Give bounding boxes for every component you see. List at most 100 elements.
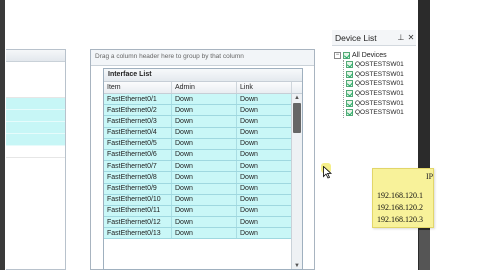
tree-root-label: All Devices bbox=[352, 52, 387, 59]
device-label: QOSTESTSW01 bbox=[355, 90, 404, 98]
cell-admin: Down bbox=[172, 183, 237, 194]
cell-admin: Down bbox=[172, 116, 237, 127]
cell-admin: Down bbox=[172, 228, 237, 239]
cell-link: Down bbox=[237, 183, 292, 194]
interface-grid-panel: Drag a column header here to group by th… bbox=[90, 49, 315, 270]
cell-item: FastEthernet0/13 bbox=[104, 228, 172, 239]
table-row[interactable]: FastEthernet0/3 Down Down bbox=[104, 116, 293, 128]
cell-admin: Down bbox=[172, 172, 237, 183]
cell-item: FastEthernet0/3 bbox=[104, 116, 172, 127]
device-label: QOSTESTSW01 bbox=[355, 80, 404, 88]
background-area bbox=[430, 0, 480, 270]
device-checkbox[interactable] bbox=[346, 80, 353, 88]
interface-list-title: Interface List bbox=[104, 69, 302, 82]
table-row[interactable]: FastEthernet0/12 Down Down bbox=[104, 217, 293, 229]
cell-item: FastEthernet0/5 bbox=[104, 138, 172, 149]
group-by-drop-area[interactable]: Drag a column header here to group by th… bbox=[91, 50, 314, 66]
cell-admin: Down bbox=[172, 138, 237, 149]
device-list-panel: Device List ⊥ ✕ − All Devices QOSTESTSW0… bbox=[332, 30, 416, 270]
device-checkbox[interactable] bbox=[346, 99, 353, 107]
cell-admin: Down bbox=[172, 105, 237, 116]
device-checkbox[interactable] bbox=[346, 90, 353, 98]
note-ip-line: 192.168.120.1 bbox=[377, 191, 423, 200]
scroll-down-arrow-icon[interactable]: ▼ bbox=[292, 262, 302, 269]
column-header-item[interactable]: Item bbox=[104, 82, 172, 93]
cell-admin: Down bbox=[172, 194, 237, 205]
left-grid-row[interactable] bbox=[6, 146, 65, 158]
table-row[interactable]: FastEthernet0/10 Down Down bbox=[104, 194, 293, 206]
device-checkbox[interactable] bbox=[346, 70, 353, 78]
cell-item: FastEthernet0/7 bbox=[104, 161, 172, 172]
table-row[interactable]: FastEthernet0/7 Down Down bbox=[104, 161, 293, 173]
table-row[interactable]: FastEthernet0/4 Down Down bbox=[104, 127, 293, 139]
table-row[interactable]: FastEthernet0/2 Down Down bbox=[104, 105, 293, 117]
grid-column-headers: Item Admin Link bbox=[104, 82, 302, 94]
note-ip-line: 192.168.120.3 bbox=[377, 215, 423, 224]
table-row[interactable]: FastEthernet0/8 Down Down bbox=[104, 172, 293, 184]
cell-item: FastEthernet0/12 bbox=[104, 217, 172, 228]
cell-item: FastEthernet0/6 bbox=[104, 149, 172, 161]
cell-link: Down bbox=[237, 161, 292, 172]
pin-icon[interactable]: ⊥ bbox=[396, 33, 406, 42]
cell-item: FastEthernet0/8 bbox=[104, 172, 172, 183]
column-header-link[interactable]: Link bbox=[237, 82, 292, 93]
left-grid-row[interactable] bbox=[6, 98, 65, 110]
cell-admin: Down bbox=[172, 127, 237, 138]
cell-item: FastEthernet0/10 bbox=[104, 194, 172, 205]
note-ip-lines: 192.168.120.1 192.168.120.2 192.168.120.… bbox=[377, 190, 423, 226]
cell-admin: Down bbox=[172, 217, 237, 228]
scrollbar-thumb[interactable] bbox=[293, 103, 301, 133]
cell-link: Down bbox=[237, 138, 292, 149]
left-grid-row[interactable] bbox=[6, 86, 65, 98]
cell-link: Down bbox=[237, 205, 292, 217]
table-row[interactable]: FastEthernet0/13 Down Down bbox=[104, 228, 293, 240]
device-tree-item[interactable]: QOSTESTSW01 bbox=[346, 89, 404, 99]
device-label: QOSTESTSW01 bbox=[355, 70, 404, 78]
cell-link: Down bbox=[237, 105, 292, 116]
left-grid-header bbox=[6, 50, 65, 62]
device-tree-item[interactable]: QOSTESTSW01 bbox=[346, 98, 404, 108]
device-tree-item[interactable]: QOSTESTSW01 bbox=[346, 60, 404, 70]
device-label: QOSTESTSW01 bbox=[355, 109, 404, 117]
cell-item: FastEthernet0/2 bbox=[104, 105, 172, 116]
left-grid-row[interactable] bbox=[6, 110, 65, 122]
cell-link: Down bbox=[237, 94, 292, 105]
cell-item: FastEthernet0/4 bbox=[104, 127, 172, 138]
device-label: QOSTESTSW01 bbox=[355, 99, 404, 107]
left-grid-row[interactable] bbox=[6, 122, 65, 134]
device-tree-item[interactable]: QOSTESTSW01 bbox=[346, 108, 404, 118]
device-tree-children: QOSTESTSW01 QOSTESTSW01 QOSTESTSW01 QOSTEST… bbox=[343, 60, 404, 118]
interface-list-grid: Interface List Item Admin Link FastEther… bbox=[103, 68, 303, 270]
cell-item: FastEthernet0/9 bbox=[104, 183, 172, 194]
collapse-icon[interactable]: − bbox=[334, 52, 341, 59]
device-list-title: Device List bbox=[335, 32, 377, 43]
table-row[interactable]: FastEthernet0/6 Down Down bbox=[104, 149, 293, 162]
table-row[interactable]: FastEthernet0/11 Down Down bbox=[104, 205, 293, 218]
note-ip-label: IP bbox=[426, 172, 434, 181]
window-frame-right-lower bbox=[419, 230, 430, 270]
table-row[interactable]: FastEthernet0/5 Down Down bbox=[104, 138, 293, 150]
device-tree: − All Devices QOSTESTSW01 QOSTESTSW01 QOST… bbox=[334, 51, 404, 118]
cell-link: Down bbox=[237, 194, 292, 205]
column-header-admin[interactable]: Admin bbox=[172, 82, 237, 93]
device-checkbox[interactable] bbox=[346, 109, 353, 117]
close-icon[interactable]: ✕ bbox=[406, 33, 416, 42]
cell-admin: Down bbox=[172, 161, 237, 172]
tree-root-all-devices[interactable]: − All Devices bbox=[334, 51, 404, 60]
vertical-scrollbar[interactable]: ▲ ▼ bbox=[291, 94, 302, 269]
device-tree-item[interactable]: QOSTESTSW01 bbox=[346, 70, 404, 80]
left-grid-row[interactable] bbox=[6, 134, 65, 146]
checkbox-all-devices[interactable] bbox=[343, 52, 350, 59]
table-row[interactable]: FastEthernet0/1 Down Down bbox=[104, 94, 293, 106]
scroll-up-arrow-icon[interactable]: ▲ bbox=[292, 94, 302, 103]
cell-link: Down bbox=[237, 172, 292, 183]
cell-admin: Down bbox=[172, 205, 237, 217]
cell-link: Down bbox=[237, 149, 292, 161]
cell-admin: Down bbox=[172, 149, 237, 161]
window-frame-left bbox=[0, 0, 5, 270]
device-tree-item[interactable]: QOSTESTSW01 bbox=[346, 79, 404, 89]
device-checkbox[interactable] bbox=[346, 61, 353, 69]
note-ip-line: 192.168.120.2 bbox=[377, 203, 423, 212]
table-row[interactable]: FastEthernet0/9 Down Down bbox=[104, 183, 293, 195]
cell-link: Down bbox=[237, 228, 292, 239]
